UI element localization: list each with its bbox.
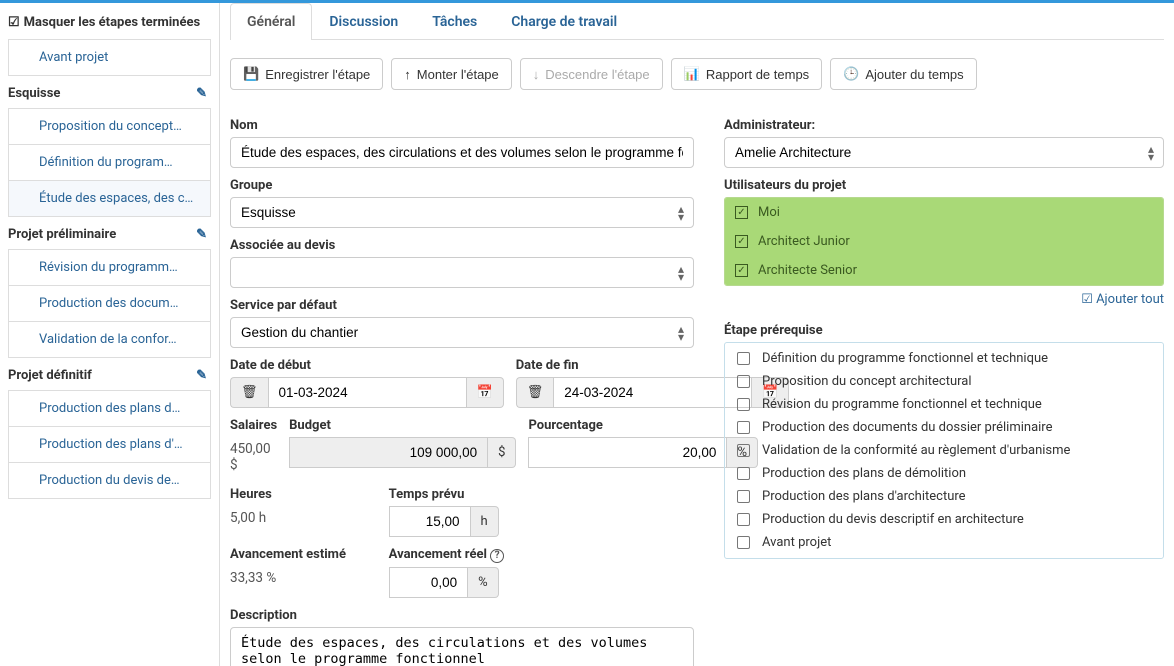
sidebar-item[interactable]: Production du devis de… <box>8 462 211 499</box>
sidebar-group-definitif: Projet définitif ✎ <box>8 358 211 391</box>
sidebar-group-preliminaire: Projet préliminaire ✎ <box>8 217 211 250</box>
sidebar-item[interactable]: Validation de la confor… <box>8 321 211 358</box>
arrow-down-icon: ↓ <box>533 67 540 82</box>
users-label: Utilisateurs du projet <box>724 178 1164 193</box>
group-label: Groupe <box>230 178 694 193</box>
planned-unit: h <box>471 506 499 537</box>
end-date-input[interactable] <box>553 377 752 408</box>
sidebar-group-esquisse: Esquisse ✎ <box>8 76 211 109</box>
prereq-row[interactable]: Production des plans d'architecture <box>725 485 1163 508</box>
checkbox-icon: ☑ <box>8 15 20 30</box>
trash-icon[interactable]: 🗑 <box>230 377 268 408</box>
calendar-icon[interactable]: 📅 <box>467 377 504 408</box>
edit-icon[interactable]: ✎ <box>196 227 207 242</box>
user-row[interactable]: ✓ Architect Junior <box>725 227 1163 256</box>
chart-icon: 📊 <box>684 66 700 82</box>
tab-discussion[interactable]: Discussion <box>312 3 415 40</box>
salary-label: Salaires <box>230 418 277 433</box>
sidebar-item[interactable]: Révision du programm… <box>8 249 211 286</box>
budget-unit: $ <box>488 437 516 468</box>
save-icon: 💾 <box>243 66 259 82</box>
checkbox-icon: ☑ <box>1081 292 1093 307</box>
checkbox-icon <box>737 375 750 388</box>
edit-icon[interactable]: ✎ <box>196 368 207 383</box>
sidebar-item[interactable]: Production des plans d'… <box>8 426 211 463</box>
start-date-label: Date de début <box>230 358 504 373</box>
user-row[interactable]: ✓ Architecte Senior <box>725 256 1163 285</box>
checkbox-icon <box>737 421 750 434</box>
prereq-row[interactable]: Révision du programme fonctionnel et tec… <box>725 393 1163 416</box>
prereq-list: Définition du programme fonctionnel et t… <box>724 342 1164 559</box>
checkbox-icon <box>737 513 750 526</box>
sidebar-item[interactable]: Définition du program… <box>8 144 211 181</box>
service-label: Service par défaut <box>230 298 694 313</box>
hours-value: 5,00 h <box>230 506 377 530</box>
checkbox-checked-icon: ✓ <box>735 206 748 219</box>
prereq-row[interactable]: Production du devis descriptif en archit… <box>725 508 1163 531</box>
sidebar-item-avant-projet[interactable]: Avant projet <box>8 39 211 76</box>
planned-label: Temps prévu <box>389 487 536 502</box>
checkbox-checked-icon: ✓ <box>735 264 748 277</box>
desc-label: Description <box>230 608 694 623</box>
checkbox-icon <box>737 536 750 549</box>
clock-icon: 🕒 <box>843 66 859 82</box>
group-select[interactable] <box>230 197 694 228</box>
user-list: ✓ Moi ✓ Architect Junior ✓ Architecte Se… <box>724 197 1164 286</box>
tab-taches[interactable]: Tâches <box>415 3 494 40</box>
service-select[interactable] <box>230 317 694 348</box>
sidebar-item[interactable]: Production des docum… <box>8 285 211 322</box>
sidebar-item[interactable]: Proposition du concept… <box>8 108 211 145</box>
save-button[interactable]: 💾 Enregistrer l'étape <box>230 58 383 90</box>
hide-completed-toggle[interactable]: ☑ Masquer les étapes terminées <box>8 9 211 40</box>
prereq-label: Étape prérequise <box>724 323 1164 338</box>
est-progress-value: 33,33 % <box>230 566 377 590</box>
prereq-row[interactable]: Définition du programme fonctionnel et t… <box>725 347 1163 370</box>
arrow-up-icon: ↑ <box>404 67 411 82</box>
desc-input[interactable] <box>230 627 694 666</box>
real-progress-label: Avancement réel ? <box>389 547 536 563</box>
checkbox-icon <box>737 467 750 480</box>
checkbox-icon <box>737 490 750 503</box>
sidebar-item[interactable]: Production des plans d… <box>8 390 211 427</box>
checkbox-icon <box>737 444 750 457</box>
edit-icon[interactable]: ✎ <box>196 86 207 101</box>
real-progress-input[interactable] <box>389 567 468 598</box>
tab-charge[interactable]: Charge de travail <box>494 3 634 40</box>
prereq-row[interactable]: Proposition du concept architectural <box>725 370 1163 393</box>
admin-label: Administrateur: <box>724 118 1164 133</box>
tab-general[interactable]: Général <box>230 3 312 40</box>
move-down-button: ↓ Descendre l'étape <box>520 58 663 90</box>
prereq-row[interactable]: Production des plans de démolition <box>725 462 1163 485</box>
prereq-row[interactable]: Avant projet <box>725 531 1163 554</box>
prereq-row[interactable]: Production des documents du dossier prél… <box>725 416 1163 439</box>
start-date-input[interactable] <box>268 377 467 408</box>
user-row[interactable]: ✓ Moi <box>725 198 1163 227</box>
add-all-link[interactable]: ☑ Ajouter tout <box>724 286 1164 313</box>
hours-label: Heures <box>230 487 377 502</box>
sidebar-item-selected[interactable]: Étude des espaces, des ci… <box>8 180 211 217</box>
move-up-button[interactable]: ↑ Monter l'étape <box>391 58 511 90</box>
budget-input <box>289 437 488 468</box>
planned-input[interactable] <box>389 506 471 537</box>
pct-input[interactable] <box>528 437 727 468</box>
budget-label: Budget <box>289 418 516 433</box>
hide-completed-label: Masquer les étapes terminées <box>24 15 201 30</box>
time-report-button[interactable]: 📊 Rapport de temps <box>671 58 823 90</box>
checkbox-icon <box>737 398 750 411</box>
prereq-row[interactable]: Validation de la conformité au règlement… <box>725 439 1163 462</box>
est-progress-label: Avancement estimé <box>230 547 377 562</box>
checkbox-checked-icon: ✓ <box>735 235 748 248</box>
quote-label: Associée au devis <box>230 238 694 253</box>
trash-icon[interactable]: 🗑 <box>516 377 554 408</box>
name-input[interactable] <box>230 137 694 168</box>
salary-value: 450,00 $ <box>230 437 277 477</box>
quote-select[interactable] <box>230 257 694 288</box>
add-time-button[interactable]: 🕒 Ajouter du temps <box>830 58 976 90</box>
help-icon[interactable]: ? <box>490 549 504 563</box>
real-unit: % <box>468 567 499 598</box>
checkbox-icon <box>737 352 750 365</box>
tabs: Général Discussion Tâches Charge de trav… <box>230 3 1164 40</box>
admin-select[interactable] <box>724 137 1164 168</box>
name-label: Nom <box>230 118 694 133</box>
